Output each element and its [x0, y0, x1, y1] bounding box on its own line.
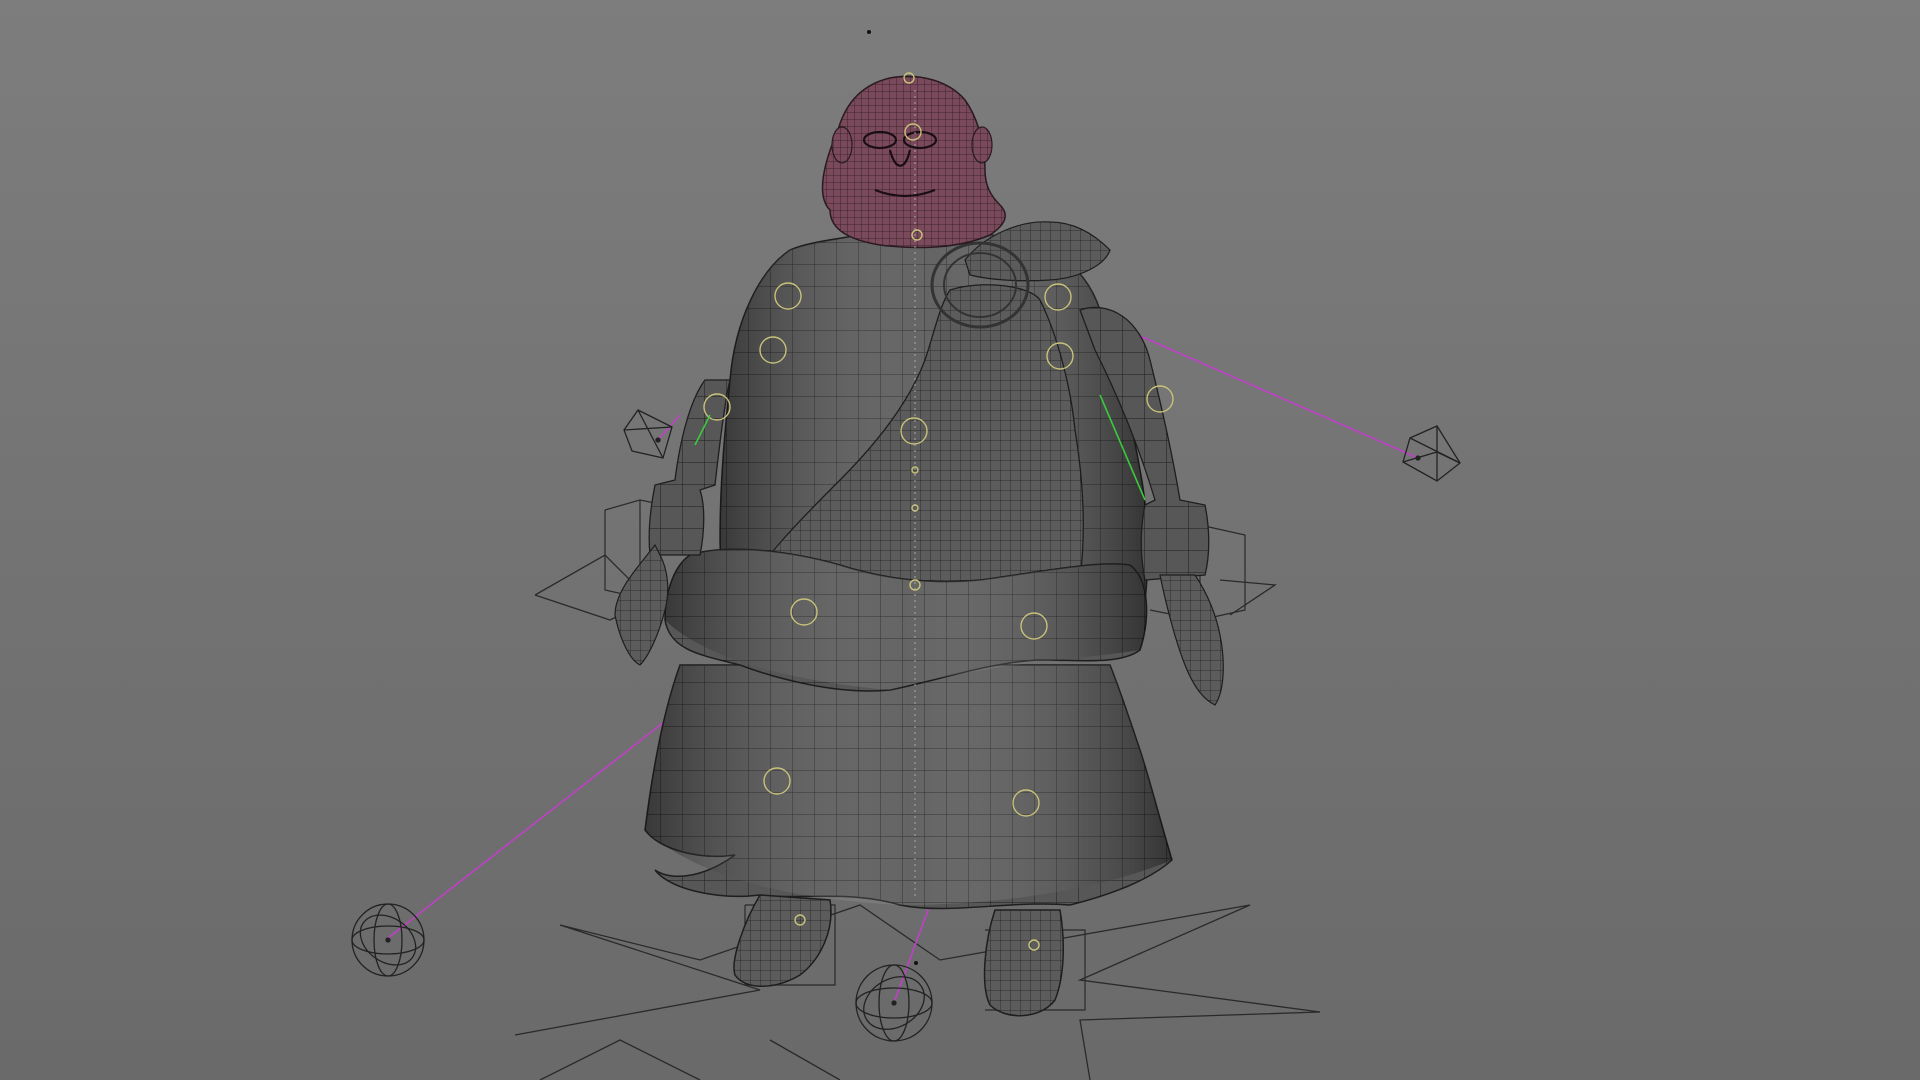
left-hand	[614, 543, 669, 666]
octahedron-locator-icon[interactable]	[623, 409, 673, 459]
viewport-canvas[interactable]	[0, 0, 1920, 1080]
right-foot[interactable]	[983, 909, 1065, 1017]
3d-viewport[interactable]	[0, 0, 1920, 1080]
robe-lower[interactable]	[644, 664, 1173, 910]
pivot-point-marker	[867, 30, 871, 34]
right-ear	[971, 126, 993, 164]
left-ear	[831, 126, 853, 164]
pivot-point-marker	[914, 961, 918, 965]
octahedron-locator-icon[interactable]	[1402, 425, 1461, 482]
head[interactable]	[821, 75, 1006, 249]
left-foot[interactable]	[733, 894, 832, 987]
right-hand	[1159, 574, 1224, 706]
sphere-locator-icon[interactable]	[351, 903, 425, 977]
sphere-locator-icon[interactable]	[854, 964, 933, 1042]
